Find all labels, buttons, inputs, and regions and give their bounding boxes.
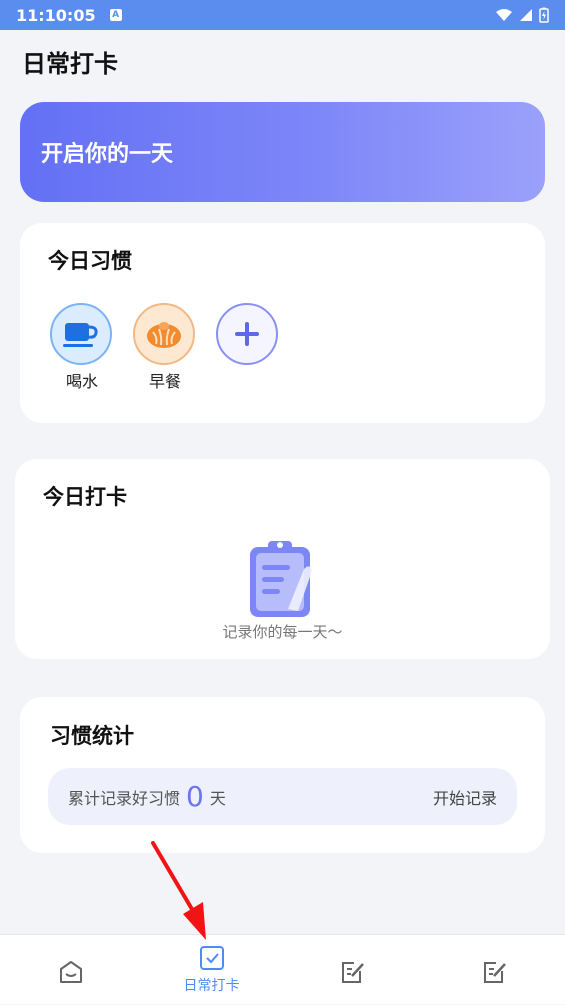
habit-item-water[interactable]: 喝水 bbox=[50, 303, 114, 392]
tab-daily-checkin-label: 日常打卡 bbox=[183, 978, 240, 994]
tab-notes[interactable] bbox=[282, 935, 423, 1005]
tab-daily-checkin[interactable]: 日常打卡 bbox=[141, 935, 282, 1005]
plus-icon bbox=[235, 322, 259, 346]
notification-a-icon: A bbox=[109, 9, 122, 21]
edit-icon bbox=[483, 962, 506, 983]
tab-records[interactable] bbox=[424, 935, 565, 1005]
page-title: 日常打卡 bbox=[22, 50, 118, 78]
cup-icon bbox=[63, 323, 98, 347]
status-time: 11:10:05 bbox=[16, 5, 96, 25]
start-record-button[interactable]: 开始记录 bbox=[433, 785, 497, 809]
tab-home[interactable] bbox=[0, 935, 141, 1005]
habit-item-breakfast[interactable]: 早餐 bbox=[133, 303, 197, 392]
checkin-card-title: 今日打卡 bbox=[43, 485, 127, 509]
water-circle bbox=[50, 303, 112, 365]
bottom-tab-bar: 日常打卡 bbox=[0, 934, 565, 1004]
stats-bar[interactable]: 累计记录好习惯 0 天 开始记录 bbox=[48, 768, 517, 825]
battery-icon bbox=[539, 7, 549, 23]
status-icons bbox=[495, 7, 549, 23]
home-icon bbox=[59, 961, 82, 983]
check-icon bbox=[199, 946, 224, 970]
today-checkin-card: 今日打卡 记录你的每一天～ bbox=[15, 459, 550, 659]
stats-card-title: 习惯统计 bbox=[50, 724, 134, 748]
edit-icon bbox=[341, 962, 364, 983]
habits-card-title: 今日习惯 bbox=[48, 249, 132, 273]
banner-text: 开启你的一天 bbox=[41, 142, 174, 167]
status-bar: 11:10:05 A bbox=[0, 0, 565, 30]
wifi-icon bbox=[496, 9, 512, 21]
start-day-banner[interactable]: 开启你的一天 bbox=[20, 102, 545, 202]
stats-prefix: 累计记录好习惯 bbox=[68, 788, 181, 808]
breakfast-circle bbox=[133, 303, 195, 365]
bun-icon bbox=[147, 322, 181, 348]
today-habits-card: 今日习惯 喝水 早餐 bbox=[20, 223, 545, 423]
checkin-empty-text: 记录你的每一天～ bbox=[222, 623, 343, 641]
habit-stats-card: 习惯统计 累计记录好习惯 0 天 开始记录 bbox=[20, 697, 545, 853]
add-habit-button[interactable] bbox=[216, 303, 280, 365]
habit-label-water: 喝水 bbox=[65, 372, 98, 391]
stats-unit: 天 bbox=[209, 788, 226, 808]
stats-count: 0 bbox=[186, 780, 204, 813]
habit-label-breakfast: 早餐 bbox=[148, 372, 181, 391]
clipboard-icon bbox=[250, 541, 312, 617]
signal-icon bbox=[520, 9, 532, 21]
add-circle bbox=[216, 303, 278, 365]
